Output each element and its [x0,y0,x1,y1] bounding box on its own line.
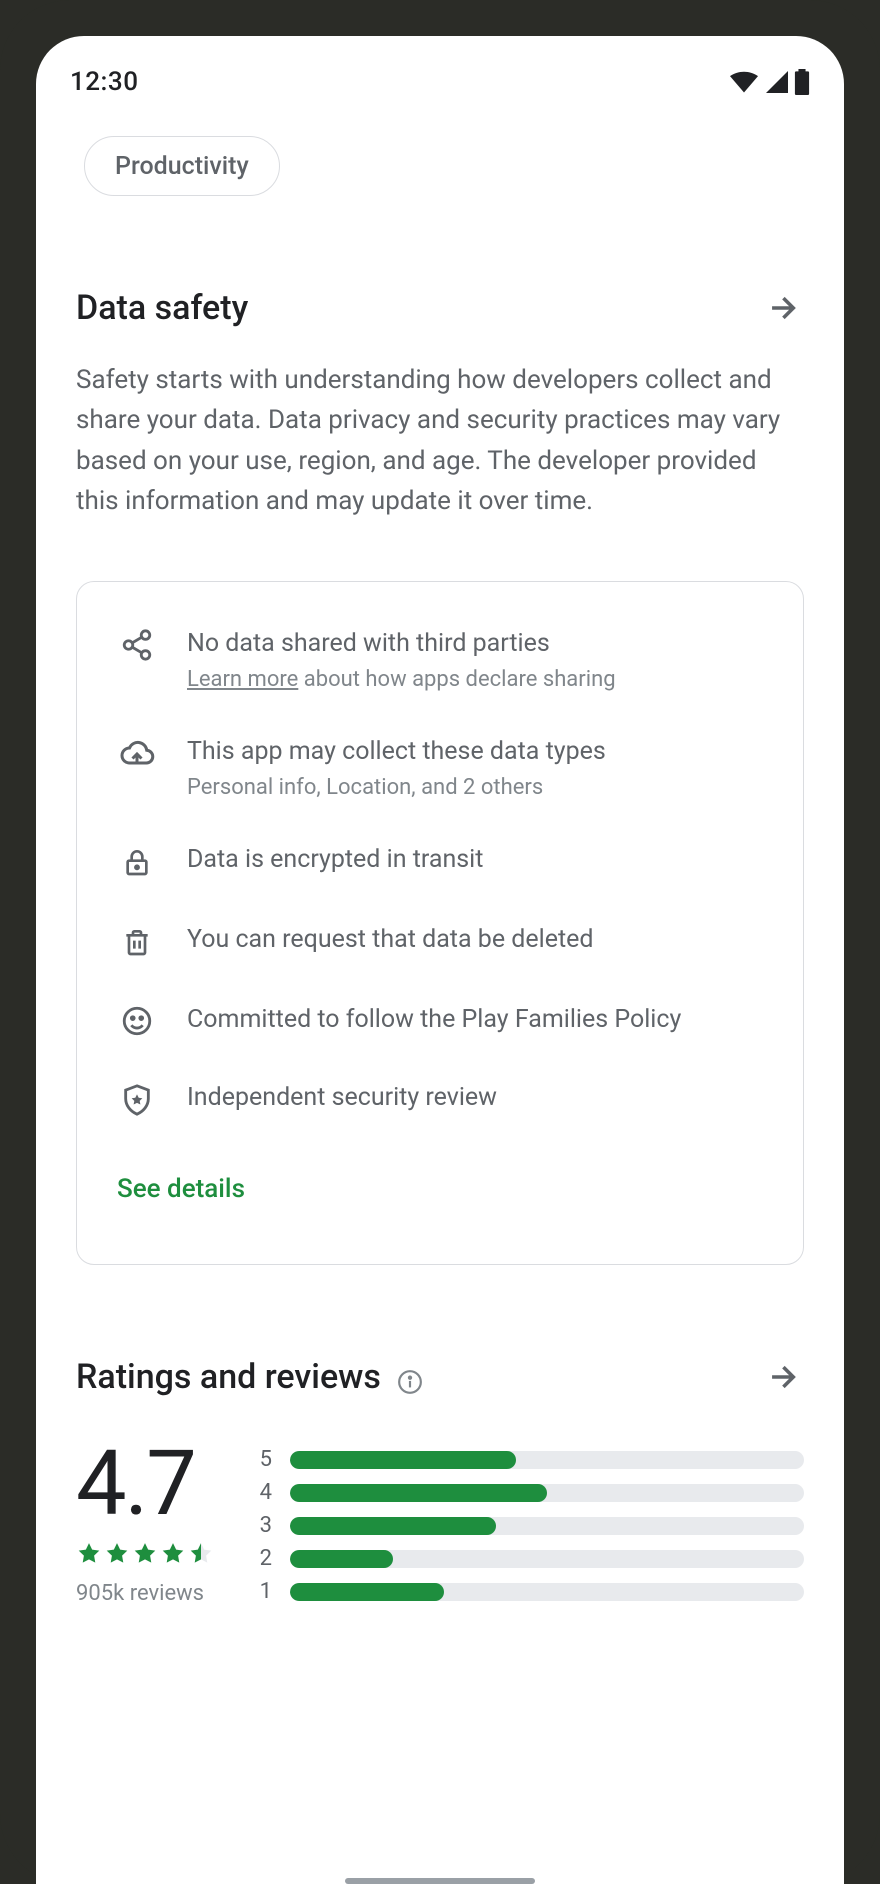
data-safety-header[interactable]: Data safety [76,286,804,330]
bar-fill [290,1451,516,1469]
bar-track [290,1484,804,1502]
bars-column: 5 4 3 2 1 [254,1439,804,1612]
row-sub: Learn more about how apps declare sharin… [187,667,763,692]
row-title: You can request that data be deleted [187,922,763,957]
star-icon [76,1541,102,1567]
rating-bar-3: 3 [254,1513,804,1538]
data-safety-item-delete: You can request that data be deleted [117,922,763,960]
status-icons [730,69,810,95]
info-icon[interactable] [397,1364,423,1390]
cloud-upload-icon [117,734,157,772]
data-safety-item-families: Committed to follow the Play Families Po… [117,1002,763,1038]
bar-label: 1 [254,1579,272,1604]
bar-track [290,1583,804,1601]
shield-star-icon [117,1080,157,1118]
bar-fill [290,1517,496,1535]
ratings-title: Ratings and reviews [76,1357,381,1397]
data-safety-card: No data shared with third parties Learn … [76,581,804,1265]
battery-icon [794,69,810,95]
share-icon [117,626,157,662]
smiley-icon [117,1002,157,1038]
bar-label: 2 [254,1546,272,1571]
average-rating: 4.7 [76,1439,214,1529]
star-icon [132,1541,158,1567]
rating-bar-5: 5 [254,1447,804,1472]
learn-more-link[interactable]: Learn more [187,667,298,692]
data-safety-item-collect: This app may collect these data types Pe… [117,734,763,800]
row-title: No data shared with third parties [187,626,763,661]
bar-fill [290,1583,444,1601]
stars-row [76,1541,214,1567]
bar-track [290,1451,804,1469]
bar-track [290,1550,804,1568]
review-count: 905k reviews [76,1581,214,1606]
row-title: This app may collect these data types [187,734,763,769]
bar-label: 4 [254,1480,272,1505]
trash-icon [117,922,157,960]
device-frame: 12:30 Productivity Data safety Safety st… [0,0,880,1884]
arrow-right-icon[interactable] [760,286,804,330]
wifi-icon [730,71,758,93]
status-time: 12:30 [70,67,138,97]
bar-label: 5 [254,1447,272,1472]
rating-bar-1: 1 [254,1579,804,1604]
main-content: Productivity Data safety Safety starts w… [36,106,844,1612]
screen: 12:30 Productivity Data safety Safety st… [36,36,844,1884]
scroll-indicator [345,1878,535,1884]
bar-fill [290,1484,547,1502]
star-icon [160,1541,186,1567]
ratings-header[interactable]: Ratings and reviews [76,1355,804,1399]
see-details-link[interactable]: See details [117,1174,763,1204]
data-safety-item-security-review: Independent security review [117,1080,763,1118]
bar-fill [290,1550,393,1568]
bar-label: 3 [254,1513,272,1538]
rating-bar-4: 4 [254,1480,804,1505]
lock-icon [117,842,157,880]
status-bar: 12:30 [36,36,844,106]
ratings-body: 4.7 905k reviews 5 [76,1439,804,1612]
star-icon [104,1541,130,1567]
row-title: Independent security review [187,1080,763,1115]
category-chip[interactable]: Productivity [84,136,280,196]
data-safety-item-share: No data shared with third parties Learn … [117,626,763,692]
ratings-title-row: Ratings and reviews [76,1357,423,1397]
category-chip-label: Productivity [115,152,249,181]
row-title: Committed to follow the Play Families Po… [187,1002,763,1037]
sub-rest: about how apps declare sharing [298,667,615,692]
bar-track [290,1517,804,1535]
data-safety-title: Data safety [76,288,248,328]
data-safety-body: Safety starts with understanding how dev… [76,360,804,521]
cellular-icon [764,71,788,93]
star-half-icon [188,1541,214,1567]
average-column: 4.7 905k reviews [76,1439,214,1606]
arrow-right-icon[interactable] [760,1355,804,1399]
rating-bar-2: 2 [254,1546,804,1571]
data-safety-item-encrypted: Data is encrypted in transit [117,842,763,880]
row-sub: Personal info, Location, and 2 others [187,775,763,800]
row-title: Data is encrypted in transit [187,842,763,877]
